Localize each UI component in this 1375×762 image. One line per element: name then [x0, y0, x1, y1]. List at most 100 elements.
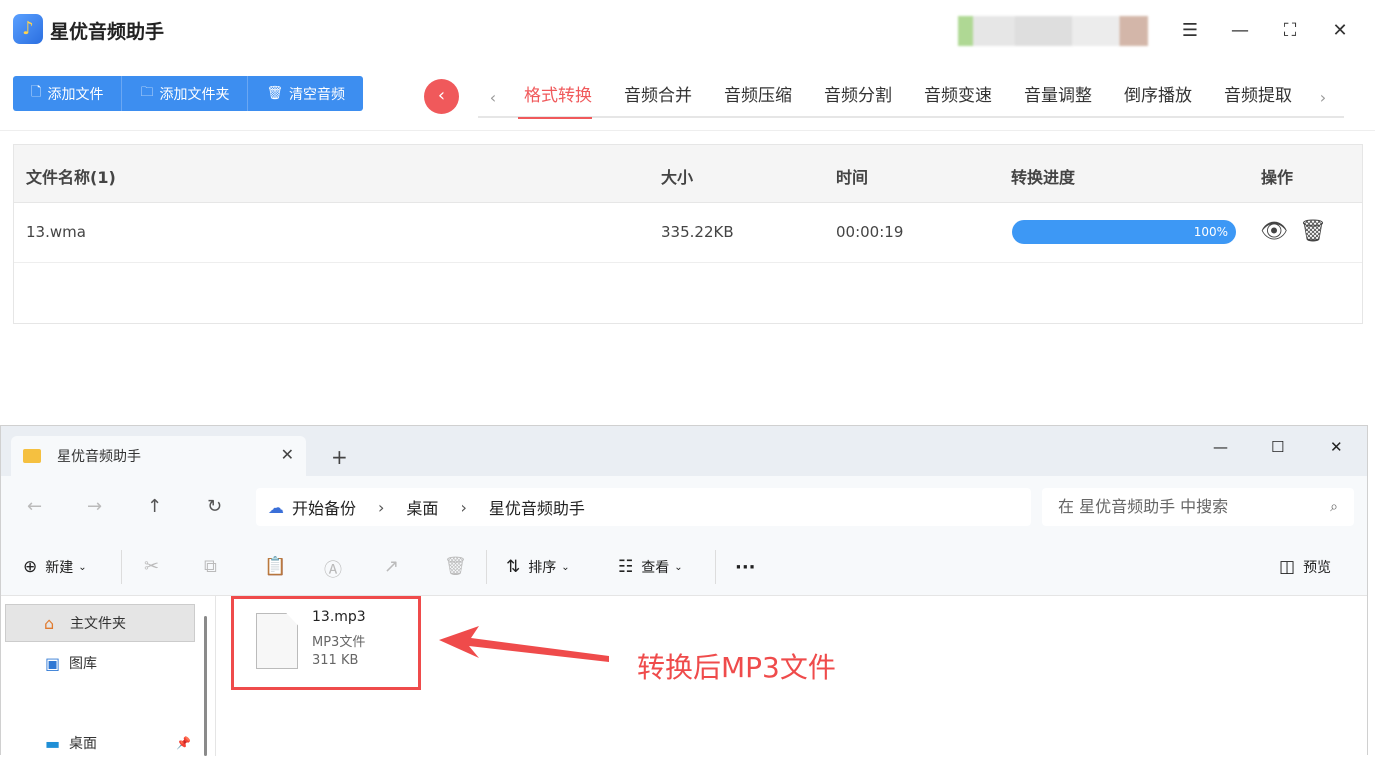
sort-icon: ⇅	[506, 557, 521, 577]
preview-pane-button[interactable]: ◫ 预览	[1279, 557, 1331, 577]
maximize-icon[interactable]: ☐	[1271, 438, 1284, 456]
tab-audio-extract[interactable]: 音频提取	[1208, 77, 1308, 117]
folder-icon: 🗀	[140, 84, 154, 100]
view-list-icon: ☷	[618, 557, 634, 577]
file-size: 311 KB	[312, 653, 359, 668]
share-icon[interactable]: ↗	[384, 556, 399, 577]
divider	[0, 130, 1375, 131]
divider	[715, 550, 716, 584]
settings-sliders-icon[interactable]: ☰	[1175, 16, 1205, 46]
app-title: 星优音频助手	[50, 21, 165, 43]
file-name: 13.mp3	[312, 609, 366, 625]
nav-item-desktop[interactable]: ▬ 桌面 📌	[5, 724, 195, 762]
paste-icon[interactable]: 📋	[264, 556, 286, 577]
minimize-icon[interactable]: —	[1225, 16, 1255, 46]
preview-pane-icon: ◫	[1279, 557, 1296, 577]
desktop-icon: ▬	[45, 733, 61, 753]
maximize-icon[interactable]: ⛶	[1275, 16, 1305, 46]
command-bar: ⊕ 新建 ⌄ ✂ ⧉ 📋 Ⓐ ↗ 🗑 ⇅ 排序 ⌄ ☷ 查看 ⌄ ··· ◫ 预…	[1, 538, 1367, 596]
breadcrumb-desktop[interactable]: 桌面	[406, 495, 438, 519]
tab-scroll-right-icon[interactable]: ›	[1308, 88, 1338, 107]
up-arrow-icon[interactable]: ↑	[147, 496, 162, 517]
tab-audio-split[interactable]: 音频分割	[808, 77, 908, 117]
nav-item-home[interactable]: ⌂ 主文件夹	[5, 604, 195, 642]
feature-tabs: ‹ 格式转换 音频合并 音频压缩 音频分割 音频变速 音量调整 倒序播放 音频提…	[478, 77, 1344, 119]
nav-item-gallery[interactable]: ▣ 图库	[5, 644, 195, 682]
cloud-backup-icon: ☁	[268, 497, 284, 517]
cut-icon[interactable]: ✂	[144, 556, 159, 577]
delete-icon[interactable]: 🗑	[444, 556, 467, 577]
add-folder-button[interactable]: 🗀 添加文件夹	[122, 76, 249, 111]
progress-bar: 100%	[1012, 220, 1236, 244]
column-header-name: 文件名称(1)	[26, 168, 116, 187]
view-button[interactable]: ☷ 查看 ⌄	[618, 557, 683, 577]
home-icon: ⌂	[44, 613, 55, 633]
close-tab-icon[interactable]: ✕	[281, 445, 294, 464]
file-type: MP3文件	[312, 635, 366, 650]
app-titlebar: ♪ 星优音频助手 ☰ — ⛶ ✕	[0, 0, 1375, 62]
divider	[121, 550, 122, 584]
file-name: 13.wma	[26, 223, 86, 241]
app-toolbar: 🗋 添加文件 🗀 添加文件夹 🗑 清空音频	[13, 76, 363, 111]
tab-volume-adjust[interactable]: 音量调整	[1008, 77, 1108, 117]
refresh-icon[interactable]: ↻	[207, 496, 222, 517]
back-arrow-icon[interactable]: ←	[27, 496, 42, 517]
minimize-icon[interactable]: —	[1213, 438, 1228, 456]
file-icon: 🗋	[31, 84, 42, 100]
search-icon: ⌕	[1330, 499, 1338, 515]
chevron-down-icon: ⌄	[561, 561, 570, 573]
gallery-icon: ▣	[45, 653, 61, 673]
copy-icon[interactable]: ⧉	[204, 556, 217, 577]
column-header-size: 大小	[661, 168, 694, 187]
new-tab-icon[interactable]: +	[331, 445, 348, 469]
divider	[486, 550, 487, 584]
tab-format-convert[interactable]: 格式转换	[508, 77, 608, 119]
document-file-icon	[256, 613, 298, 669]
annotation-arrow	[439, 626, 609, 662]
tab-audio-speed[interactable]: 音频变速	[908, 77, 1008, 117]
new-button[interactable]: ⊕ 新建 ⌄	[23, 557, 87, 577]
column-header-ops: 操作	[1261, 168, 1294, 187]
search-input[interactable]: 在 星优音频助手 中搜索 ⌕	[1042, 488, 1354, 526]
tab-scroll-left-icon[interactable]: ‹	[478, 88, 508, 107]
column-header-time: 时间	[836, 168, 869, 187]
chevron-down-icon: ⌄	[674, 561, 683, 573]
file-item[interactable]: 13.mp3 MP3文件 311 KB	[231, 596, 421, 690]
pin-icon[interactable]: 📌	[176, 736, 191, 750]
forward-arrow-icon[interactable]: →	[87, 496, 102, 517]
table-header: 文件名称(1) 大小 时间 转换进度 操作	[14, 145, 1362, 203]
tab-reverse-play[interactable]: 倒序播放	[1108, 77, 1208, 117]
preview-eye-icon[interactable]: 👁	[1260, 219, 1288, 244]
sort-button[interactable]: ⇅ 排序 ⌄	[506, 557, 570, 577]
close-icon[interactable]: ✕	[1330, 438, 1343, 456]
chevron-down-icon: ⌄	[78, 561, 87, 573]
back-button[interactable]: ‹	[424, 79, 459, 114]
chevron-right-icon: ›	[460, 497, 467, 517]
chevron-right-icon: ›	[378, 497, 385, 517]
user-avatar[interactable]	[958, 16, 1148, 46]
audio-app-window: ♪ 星优音频助手 ☰ — ⛶ ✕ 🗋 添加文件 🗀 添加文件夹 🗑 清空音频 ‹…	[0, 0, 1375, 425]
address-bar[interactable]: ☁ 开始备份 › 桌面 › 星优音频助手	[256, 488, 1031, 526]
file-list-area: 13.mp3 MP3文件 311 KB 转换后MP3文件	[217, 596, 1367, 756]
file-table: 文件名称(1) 大小 时间 转换进度 操作 13.wma 335.22KB 00…	[13, 144, 1363, 324]
add-file-button[interactable]: 🗋 添加文件	[13, 76, 123, 111]
plus-circle-icon: ⊕	[23, 557, 38, 577]
folder-icon	[23, 449, 41, 463]
breadcrumb-app-folder[interactable]: 星优音频助手	[489, 495, 585, 519]
clear-audio-button[interactable]: 🗑 清空音频	[248, 76, 363, 111]
tab-audio-compress[interactable]: 音频压缩	[708, 77, 808, 117]
explorer-tab[interactable]: 星优音频助手 ✕	[11, 436, 306, 476]
more-options-button[interactable]: ···	[735, 557, 756, 578]
table-row[interactable]: 13.wma 335.22KB 00:00:19 100% 👁 🗑	[14, 203, 1362, 263]
tab-audio-merge[interactable]: 音频合并	[608, 77, 708, 117]
scrollbar[interactable]	[204, 616, 207, 756]
annotation-label: 转换后MP3文件	[637, 651, 836, 684]
close-icon[interactable]: ✕	[1325, 16, 1355, 46]
breadcrumb-backup[interactable]: 开始备份	[292, 495, 356, 519]
arrow-icon	[439, 626, 609, 662]
file-duration: 00:00:19	[836, 223, 904, 241]
rename-icon[interactable]: Ⓐ	[324, 556, 342, 582]
delete-icon[interactable]: 🗑	[1299, 219, 1327, 244]
address-bar-row: ← → ↑ ↻ ☁ 开始备份 › 桌面 › 星优音频助手 在 星优音频助手 中搜…	[1, 476, 1367, 538]
file-size: 335.22KB	[661, 223, 734, 241]
